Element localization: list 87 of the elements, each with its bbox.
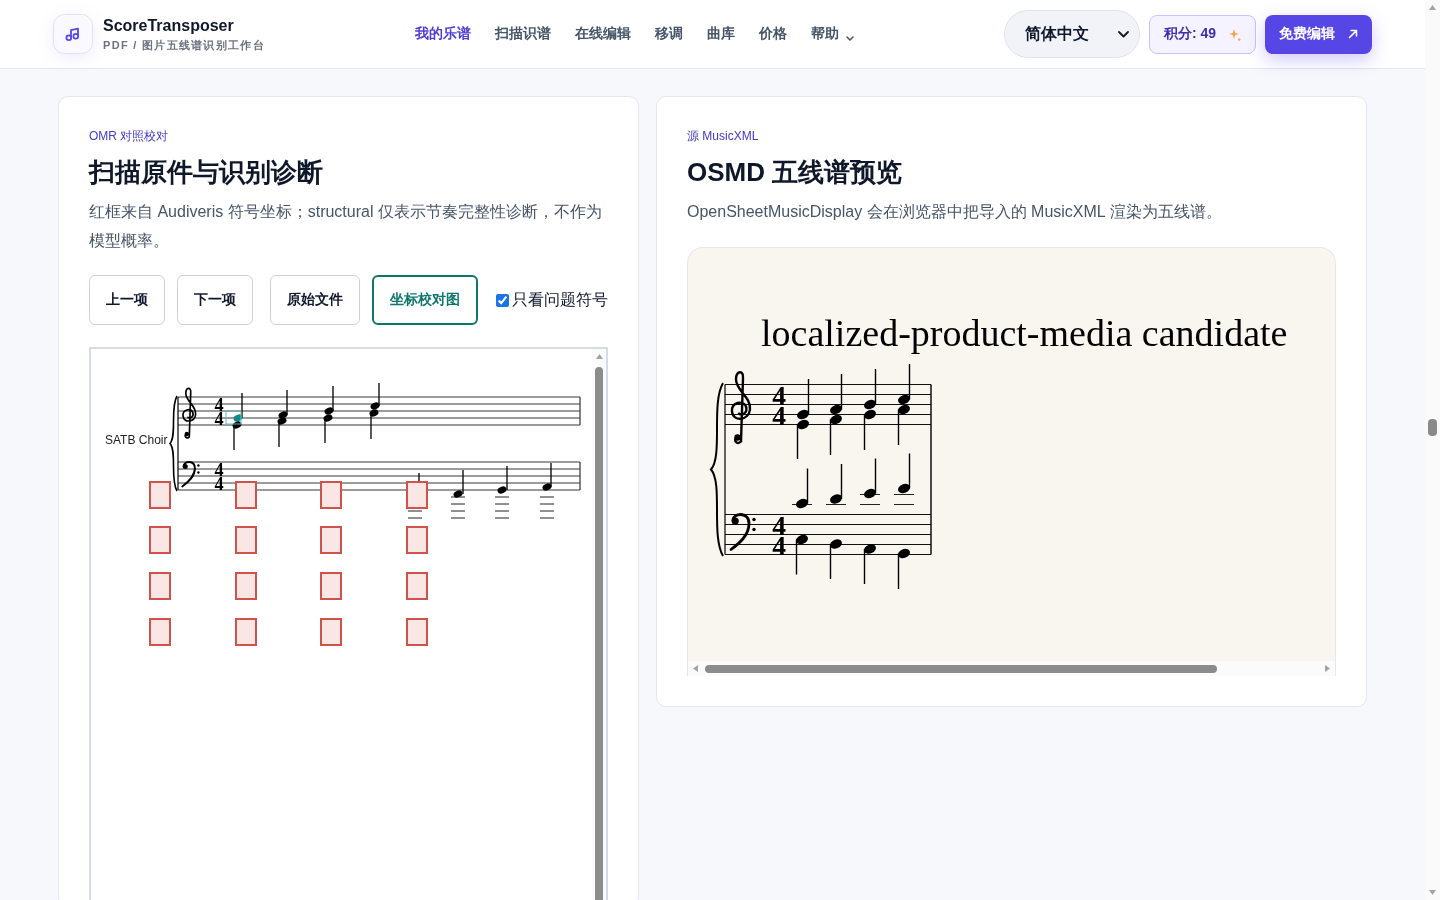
symbol-bounding-box (406, 572, 428, 600)
scroll-up-icon (1429, 5, 1436, 10)
symbol-bounding-box (235, 618, 257, 646)
nav-link[interactable]: 移调 (654, 25, 683, 43)
symbol-bounding-box (320, 618, 342, 646)
symbol-bounding-box (149, 481, 171, 509)
quarter-note (369, 409, 379, 440)
nav-link[interactable]: 在线编辑 (574, 25, 631, 43)
quarter-note (898, 363, 911, 405)
quarter-note (539, 462, 555, 519)
quarter-note (859, 457, 881, 505)
quarter-note (863, 409, 876, 451)
quarter-note (324, 385, 334, 415)
quarter-note (829, 414, 842, 456)
bass-clef (729, 513, 756, 551)
symbol-bounding-box (320, 526, 342, 554)
part-name: SATB Choir (105, 433, 168, 447)
bass-clef (181, 461, 200, 488)
checkbox[interactable] (496, 293, 509, 307)
view-tab[interactable]: 原始文件 (270, 275, 360, 325)
barline (579, 461, 581, 491)
quarter-note (233, 392, 243, 422)
previous-button[interactable]: 上一项 (89, 275, 165, 325)
quarter-note (797, 378, 810, 420)
quarter-note (796, 419, 809, 460)
card-description: OpenSheetMusicDisplay 会在浏览器中把导入的 MusicXML 渲染为五线谱。 (687, 202, 1223, 222)
scrollbar-thumb[interactable] (595, 367, 603, 900)
nav-link[interactable]: 价格 (758, 25, 787, 43)
caret-down-icon (845, 36, 854, 41)
quarter-note (863, 544, 876, 585)
scroll-up-icon (595, 354, 603, 359)
symbol-bounding-box (149, 526, 171, 554)
score-title: localized-product-media candidate (761, 312, 1288, 354)
quarter-note (791, 467, 813, 509)
brand-tagline: PDF / 图片五线谱识别工作台 (103, 38, 265, 52)
section-label: 源 MusicXML (687, 128, 760, 144)
section-label: OMR 对照校对 (89, 128, 170, 144)
scroll-right-icon (1325, 665, 1330, 672)
scroll-down-icon (1429, 890, 1436, 895)
quarter-note (370, 382, 380, 410)
symbol-bounding-box (235, 526, 257, 554)
nav-link[interactable]: 我的乐谱 (414, 25, 471, 43)
quarter-note (450, 469, 466, 519)
quarter-note (864, 368, 877, 410)
nav-link[interactable]: 扫描识谱 (494, 25, 551, 43)
quarter-note (278, 389, 288, 419)
quarter-note (830, 373, 843, 415)
quarter-note (232, 421, 242, 451)
credits-button[interactable]: 积分: 49 (1148, 14, 1256, 54)
quarter-note (494, 465, 510, 519)
card-title: 扫描原件与识别诊断 (89, 156, 324, 189)
free-edit-button[interactable]: 免费编辑 (1265, 14, 1372, 54)
selected-symbol-box (225, 410, 242, 425)
quarter-note (897, 548, 910, 590)
quarter-note (825, 463, 847, 505)
quarter-note (277, 417, 287, 448)
symbol-bounding-box (406, 526, 428, 554)
next-button[interactable]: 下一项 (177, 275, 253, 325)
brand-name: ScoreTransposer (103, 16, 235, 36)
symbol-bounding-box (235, 481, 257, 509)
symbol-bounding-box (406, 618, 428, 646)
symbol-bounding-box (320, 572, 342, 600)
quarter-note (897, 404, 910, 446)
barline (579, 396, 581, 426)
scrollbar-thumb[interactable] (1428, 419, 1437, 436)
symbol-bounding-box (149, 618, 171, 646)
scrollbar-thumb[interactable] (705, 664, 1217, 673)
scroll-left-icon (693, 665, 698, 672)
symbol-bounding-box (406, 481, 428, 509)
quarter-note (893, 452, 915, 505)
quarter-note (795, 534, 808, 576)
symbol-bounding-box (149, 572, 171, 600)
card-title: OSMD 五线谱预览 (687, 156, 904, 189)
symbol-bounding-box (235, 572, 257, 600)
card-description: 红框来自 Audiveris 符号坐标；structural 仅表示节奏完整性诊断，不作为模型概率。 (89, 202, 603, 251)
music-notes-icon (53, 14, 93, 54)
arrow-up-right-icon (1348, 29, 1358, 39)
quarter-note (829, 539, 842, 580)
treble-clef (182, 387, 197, 439)
language-select[interactable]: 简体中文 (1003, 10, 1140, 58)
chevron-down-icon (1117, 30, 1129, 38)
view-tab[interactable]: 坐标校对图 (372, 275, 478, 325)
symbol-bounding-box (320, 481, 342, 509)
quarter-note (323, 414, 333, 444)
nav-link[interactable]: 曲库 (706, 25, 735, 43)
nav-link[interactable]: 帮助 (810, 25, 854, 43)
checkbox-label: 只看问题符号 (512, 289, 608, 310)
